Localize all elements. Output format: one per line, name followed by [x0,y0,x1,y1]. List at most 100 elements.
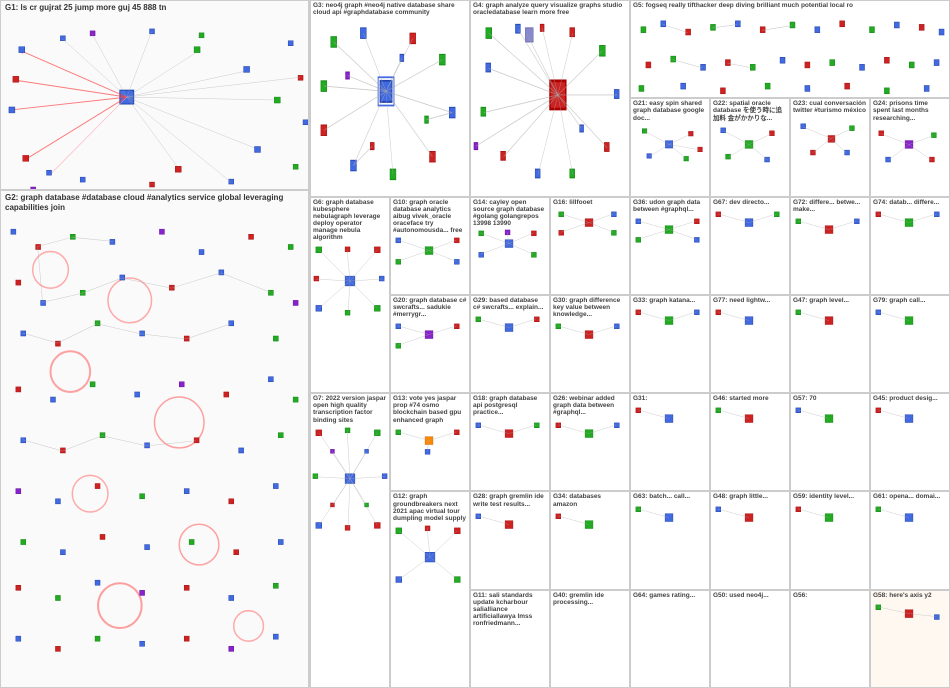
panel-g50: G50: used neo4j... [710,590,790,688]
g48-title: G48: graph little... [711,492,789,501]
panel-g36: G36: udon graph data between #graphql... [630,197,710,295]
g50-title: G50: used neo4j... [711,591,789,600]
g7-title: G7: 2022 version jaspar open high qualit… [311,394,389,425]
panel-g5: G5: fogseq really tifthacker deep diving… [630,0,950,98]
g45-content [871,403,949,439]
g2-graph [1,219,308,687]
g13-title: G13: vote yes jaspar prop #74 osmo block… [391,394,469,425]
g16-title: G16: lillfooet [551,198,629,207]
panel-g56: G56: [790,590,870,688]
panel-g2: G2: graph database #database cloud #anal… [0,190,309,688]
panel-g59: G59: identity level... [790,491,870,589]
g74-title: G74: datab... differe... [871,198,949,207]
g31-title: G31: [631,394,709,403]
g34-content [551,509,629,545]
g33-title: G33: graph katana... [631,296,709,305]
g24-content [871,123,949,169]
panel-g58: G58: here's axis y2 [870,590,950,688]
panel-g63: G63: batch... call... [630,491,710,589]
g5-graph [631,15,949,97]
g79-content [871,305,949,341]
g47-content [791,305,869,341]
g30-title: G30: graph difference key value between … [551,296,629,319]
g2-title: G2: graph database #database cloud #anal… [1,191,308,214]
g14-title: G14: cayley open source graph database #… [471,198,549,229]
g18-title: G18: graph database api postgresql pract… [471,394,549,417]
g23-title: G23: cual conversación twitter #turismo … [791,99,869,115]
panel-g48: G48: graph little... [710,491,790,589]
g63-content [631,502,709,538]
panel-g79: G79: graph call... [870,295,950,393]
g6-content [311,242,389,322]
panel-g13: G13: vote yes jaspar prop #74 osmo block… [390,393,470,491]
g57-title: G57: 70 [791,394,869,403]
g21-title: G21: easy spin shared graph database goo… [631,99,709,122]
g11-title: G11: sali standards update kcharbour sal… [471,591,549,629]
g21-content [631,123,709,169]
g22-content [711,123,789,169]
panel-g14: G14: cayley open source graph database #… [470,197,550,295]
panel-g28: G28: graph gremlin ide write test result… [470,491,550,589]
g48-content [711,502,789,538]
g10-title: G10: graph oracle database analytics aib… [391,198,469,236]
g28-content [471,509,549,545]
g72-content [791,214,869,250]
g5-title: G5: fogseq really tifthacker deep diving… [631,1,949,10]
g13-content [391,425,469,461]
g79-title: G79: graph call... [871,296,949,305]
panel-g4: G4: graph analyze query visualize graphs… [470,0,630,197]
g74-content [871,207,949,243]
g59-title: G59: identity level... [791,492,869,501]
g64-title: G64: games rating... [631,591,709,600]
g18-content [471,418,549,454]
g59-content [791,502,869,538]
g77-title: G77: need lightw... [711,296,789,305]
g45-title: G45: product desig... [871,394,949,403]
panel-g34: G34: databases amazon [550,491,630,589]
g34-title: G34: databases amazon [551,492,629,508]
g36-content [631,214,709,250]
g28-title: G28: graph gremlin ide write test result… [471,492,549,508]
g4-graph [471,19,629,196]
g3-title: G3: neo4j graph #neo4j native database s… [311,1,469,17]
panel-g72: G72: differe... betwe... make... [790,197,870,295]
g22-title: G22: spatial oracle database を使う時に追加料 金が… [711,99,789,122]
panel-g6: G6: graph database kubesphere nebulagrap… [310,197,390,394]
panel-g57: G57: 70 [790,393,870,491]
panel-g74: G74: datab... differe... [870,197,950,295]
panel-g7: G7: 2022 version jaspar open high qualit… [310,393,390,688]
g4-title: G4: graph analyze query visualize graphs… [471,1,629,17]
panel-g45: G45: product desig... [870,393,950,491]
g47-title: G47: graph level... [791,296,869,305]
g58-title: G58: here's axis y2 [871,591,949,600]
panel-g21: G21: easy spin shared graph database goo… [630,98,710,196]
g20-content [391,319,469,355]
panel-g22: G22: spatial oracle database を使う時に追加料 金が… [710,98,790,196]
panel-g46: G46: started more [710,393,790,491]
panel-g18: G18: graph database api postgresql pract… [470,393,550,491]
g31-content [631,403,709,439]
g29-title: G29: based database c# swcrafts... expla… [471,296,549,312]
panel-g26: G26: webinar added graph data between #g… [550,393,630,491]
g58-content [871,600,949,631]
g14-content [471,228,549,264]
panel-g1: G1: ls cr gujrat 25 jump more guj 45 888… [0,0,309,190]
g1-graph [1,21,308,189]
g46-content [711,403,789,439]
g3-graph [311,19,469,196]
g33-content [631,305,709,341]
g72-title: G72: differe... betwe... make... [791,198,869,214]
panel-g77: G77: need lightw... [710,295,790,393]
panel-g33: G33: graph katana... [630,295,710,393]
g12-content [391,523,469,593]
g29-content [471,312,549,348]
g30-content [551,319,629,355]
g7-content [311,425,389,534]
panel-g29: G29: based database c# swcrafts... expla… [470,295,550,393]
panel-g16: G16: lillfooet [550,197,630,295]
panel-g30: G30: graph difference key value between … [550,295,630,393]
g16-content [551,207,629,243]
g61-content [871,502,949,538]
g26-title: G26: webinar added graph data between #g… [551,394,629,417]
panel-g12: G12: graph groundbreakers next 2021 apac… [390,491,470,688]
